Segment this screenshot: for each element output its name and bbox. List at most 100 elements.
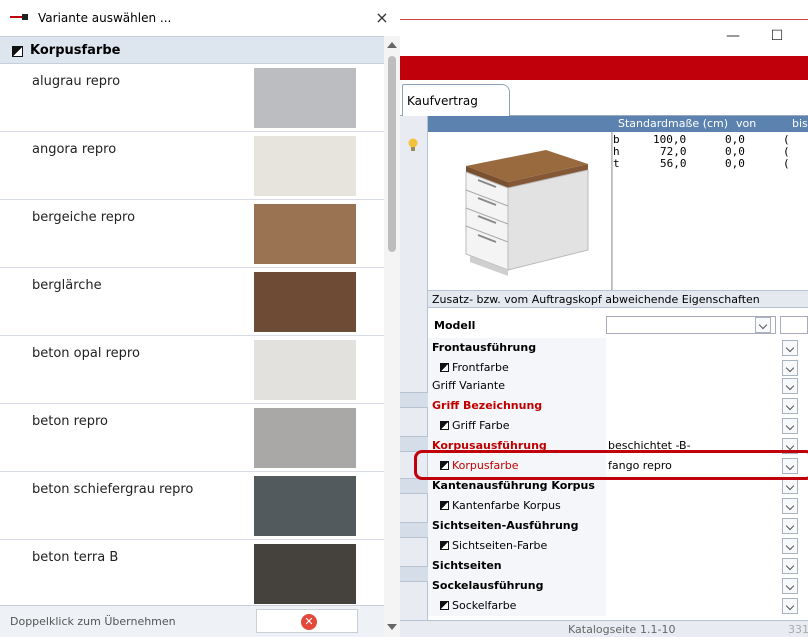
variant-name: beton schiefergrau repro xyxy=(32,482,194,497)
variant-swatch xyxy=(254,68,356,128)
popup-titlebar: Variante auswählen ... × xyxy=(0,0,400,36)
item-count: 331 xyxy=(788,623,808,636)
dims-header-to: bis xyxy=(792,117,808,130)
gutter-bar xyxy=(400,522,428,538)
property-row[interactable]: Sichtseiten xyxy=(428,556,808,576)
scroll-up-arrow-icon[interactable] xyxy=(387,42,397,48)
dims-row: t 56,0 0,0 ( xyxy=(613,158,808,170)
property-label: Sockelausführung xyxy=(432,579,544,592)
property-row[interactable]: Griff Bezeichnung xyxy=(428,396,808,416)
variant-swatch xyxy=(254,476,356,536)
property-row[interactable]: Frontausführung xyxy=(428,338,808,358)
property-label: Griff Farbe xyxy=(440,419,510,432)
property-row[interactable]: Sockelfarbe xyxy=(428,596,808,616)
chevron-down-icon[interactable] xyxy=(782,478,798,494)
lightbulb-icon[interactable] xyxy=(408,138,418,152)
variant-item[interactable]: beton opal repro xyxy=(0,336,384,404)
color-swatch-icon xyxy=(440,501,449,510)
dim-to: ( xyxy=(783,157,790,170)
variant-item[interactable]: beton schiefergrau repro xyxy=(0,472,384,540)
chevron-down-icon[interactable] xyxy=(782,518,798,534)
variant-name: berglärche xyxy=(32,278,102,293)
property-row[interactable]: Sockelausführung xyxy=(428,576,808,596)
drawer-cabinet-image xyxy=(465,150,589,276)
property-row[interactable]: Griff Variante xyxy=(428,376,808,396)
footer-hint: Doppelklick zum Übernehmen xyxy=(10,615,176,628)
popup-scrollbar[interactable] xyxy=(384,36,400,637)
variant-name: beton repro xyxy=(32,414,108,429)
variant-item[interactable]: angora repro xyxy=(0,132,384,200)
property-label: Frontausführung xyxy=(432,341,537,354)
chevron-down-icon[interactable] xyxy=(782,578,798,594)
catalog-value: 1.1-10 xyxy=(640,623,676,636)
property-label: Sichtseiten-Ausführung xyxy=(432,519,579,532)
chevron-down-icon[interactable] xyxy=(782,558,798,574)
property-row[interactable]: Kantenfarbe Korpus xyxy=(428,496,808,516)
property-row[interactable]: Sichtseiten-Ausführung xyxy=(428,516,808,536)
brand-band xyxy=(400,56,808,80)
variant-item[interactable]: beton terra B xyxy=(0,540,384,605)
chevron-down-icon[interactable] xyxy=(782,418,798,434)
variant-name: beton opal repro xyxy=(32,346,140,361)
property-label-text: Frontfarbe xyxy=(452,361,509,374)
chevron-down-icon[interactable] xyxy=(782,598,798,614)
app-logo-icon xyxy=(10,14,28,20)
model-label: Modell xyxy=(434,319,476,332)
scrollbar-thumb[interactable] xyxy=(388,56,396,252)
variant-name: alugrau repro xyxy=(32,74,121,89)
model-select[interactable] xyxy=(606,316,776,334)
maximize-button[interactable]: ☐ xyxy=(762,28,792,48)
gutter-bar xyxy=(400,392,428,408)
chevron-down-icon[interactable] xyxy=(755,317,771,333)
chevron-down-icon[interactable] xyxy=(782,340,798,356)
properties-subheader: Zusatz- bzw. vom Auftragskopf abweichend… xyxy=(428,290,808,308)
property-label-text: Sockelfarbe xyxy=(452,599,517,612)
property-row[interactable]: Frontfarbe xyxy=(428,358,808,378)
variant-item[interactable]: bergeiche repro xyxy=(0,200,384,268)
property-label: Griff Variante xyxy=(432,379,505,392)
property-label-text: Sichtseiten-Farbe xyxy=(452,539,548,552)
gutter-bar xyxy=(400,478,428,494)
catalog-label: Katalogseite xyxy=(568,623,637,636)
property-row[interactable]: Sichtseiten-Farbe xyxy=(428,536,808,556)
cancel-button[interactable]: ✕ xyxy=(256,609,358,633)
dims-table: b 100,0 0,0 ( h 72,0 0,0 ( t 56,0 0,0 ( xyxy=(613,134,808,170)
chevron-down-icon[interactable] xyxy=(782,538,798,554)
dims-row: h 72,0 0,0 ( xyxy=(613,146,808,158)
dims-header: Standardmaße (cm) von bis xyxy=(428,116,808,132)
tab-kaufvertrag[interactable]: Kaufvertrag xyxy=(402,84,510,116)
popup-title: Variante auswählen ... xyxy=(38,11,172,25)
variant-item[interactable]: berglärche xyxy=(0,268,384,336)
property-label: Kantenausführung Korpus xyxy=(432,479,595,492)
variant-item[interactable]: beton repro xyxy=(0,404,384,472)
property-row[interactable]: Griff Farbe xyxy=(428,416,808,436)
color-swatch-icon xyxy=(440,601,449,610)
variant-swatch xyxy=(254,272,356,332)
color-swatch-icon xyxy=(440,363,449,372)
property-label: Sichtseiten xyxy=(432,559,502,572)
chevron-down-icon[interactable] xyxy=(782,498,798,514)
variant-picker-popup: Variante auswählen ... × Korpusfarbe alu… xyxy=(0,0,400,637)
variant-item[interactable]: alugrau repro xyxy=(0,64,384,132)
status-bar: Katalogseite 1.1-10 331 xyxy=(400,620,808,637)
section-header-korpusfarbe: Korpusfarbe xyxy=(0,36,384,64)
variant-list: alugrau repro angora repro bergeiche repro… xyxy=(0,64,384,605)
left-gutter xyxy=(400,116,428,620)
color-swatch-icon xyxy=(440,421,449,430)
dims-header-from: von xyxy=(736,117,757,130)
chevron-down-icon[interactable] xyxy=(782,360,798,376)
minimize-button[interactable]: — xyxy=(718,28,748,48)
chevron-down-icon[interactable] xyxy=(782,398,798,414)
selection-highlight xyxy=(414,450,808,480)
model-extra-field[interactable] xyxy=(780,316,808,334)
gutter-bar xyxy=(400,566,428,582)
variant-swatch xyxy=(254,408,356,468)
section-title: Korpusfarbe xyxy=(30,43,121,58)
top-border-line xyxy=(400,0,808,20)
chevron-down-icon[interactable] xyxy=(782,378,798,394)
variant-swatch xyxy=(254,340,356,400)
close-icon[interactable]: × xyxy=(370,8,394,30)
variant-name: angora repro xyxy=(32,142,117,157)
dim-key: t xyxy=(613,157,620,170)
scroll-down-arrow-icon[interactable] xyxy=(387,624,397,630)
